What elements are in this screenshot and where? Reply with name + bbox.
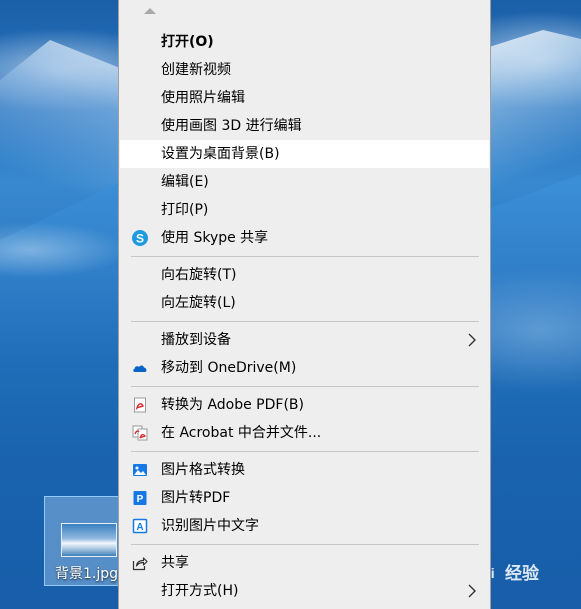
menu-item-label: 打印(P) <box>161 202 209 218</box>
menu-item-open[interactable]: 打开(O) <box>120 28 489 56</box>
menu-item-edit[interactable]: 编辑(E) <box>120 168 489 196</box>
desktop-file-icon[interactable]: 背景1.jpg <box>44 496 128 586</box>
menu-item-image-format-convert[interactable]: 图片格式转换 <box>120 456 489 484</box>
menu-item-label: 向左旋转(L) <box>161 295 236 311</box>
menu-item-cast-to-device[interactable]: 播放到设备 <box>120 326 489 354</box>
svg-text:S: S <box>136 232 144 246</box>
menu-item-label: 编辑(E) <box>161 174 209 190</box>
menu-item-open-with[interactable]: 打开方式(H) <box>120 577 489 605</box>
menu-item-convert-adobe-pdf[interactable]: 转换为 Adobe PDF(B) <box>120 391 489 419</box>
menu-item-label: 播放到设备 <box>161 332 231 348</box>
scroll-up-arrow-icon[interactable] <box>144 8 156 14</box>
menu-separator <box>131 451 479 452</box>
menu-item-set-desktop-background[interactable]: 设置为桌面背景(B) <box>120 140 489 168</box>
acrobat-combine-icon <box>132 425 148 441</box>
menu-item-label: 图片转PDF <box>161 490 231 506</box>
submenu-chevron-right-icon <box>468 584 476 598</box>
menu-item-create-video[interactable]: 创建新视频 <box>120 56 489 84</box>
ocr-icon: A <box>132 518 148 534</box>
submenu-chevron-right-icon <box>468 333 476 347</box>
menu-separator <box>131 544 479 545</box>
menu-item-label: 设置为桌面背景(B) <box>161 146 280 162</box>
menu-item-label: 在 Acrobat 中合并文件... <box>161 425 322 441</box>
menu-item-edit-with-paint3d[interactable]: 使用画图 3D 进行编辑 <box>120 112 489 140</box>
menu-item-label: 识别图片中文字 <box>161 518 259 534</box>
watermark-text: 经验 <box>505 564 539 584</box>
menu-separator <box>131 386 479 387</box>
wallpaper-mountain-right <box>486 30 581 210</box>
image-thumbnail <box>61 523 117 557</box>
menu-item-edit-with-photos[interactable]: 使用照片编辑 <box>120 84 489 112</box>
menu-item-ocr-image-text[interactable]: A 识别图片中文字 <box>120 512 489 540</box>
menu-item-print[interactable]: 打印(P) <box>120 196 489 224</box>
skype-icon: S <box>132 230 148 246</box>
menu-item-share-skype[interactable]: S 使用 Skype 共享 <box>120 224 489 252</box>
adobe-pdf-icon <box>134 397 146 413</box>
image-convert-icon <box>133 464 147 476</box>
menu-item-image-to-pdf[interactable]: P 图片转PDF <box>120 484 489 512</box>
menu-item-rotate-right[interactable]: 向右旋转(T) <box>120 261 489 289</box>
svg-text:A: A <box>136 522 143 533</box>
menu-item-label: 打开(O) <box>161 34 214 50</box>
context-menu: 打开(O) 创建新视频 使用照片编辑 使用画图 3D 进行编辑 设置为桌面背景(… <box>118 0 491 609</box>
menu-item-label: 打开方式(H) <box>161 583 239 599</box>
menu-item-label: 转换为 Adobe PDF(B) <box>161 397 304 413</box>
onedrive-icon <box>133 365 147 372</box>
menu-item-acrobat-combine[interactable]: 在 Acrobat 中合并文件... <box>120 419 489 447</box>
menu-item-label: 使用画图 3D 进行编辑 <box>161 118 302 134</box>
menu-item-label: 图片格式转换 <box>161 462 245 478</box>
menu-item-move-to-onedrive[interactable]: 移动到 OneDrive(M) <box>120 354 489 382</box>
share-icon <box>132 557 148 571</box>
image-to-pdf-icon: P <box>133 491 147 505</box>
menu-item-label: 共享 <box>161 555 189 571</box>
svg-text:P: P <box>137 494 144 505</box>
menu-item-share[interactable]: 共享 <box>120 549 489 577</box>
wallpaper-mountain-left <box>0 40 125 240</box>
menu-item-label: 向右旋转(T) <box>161 267 237 283</box>
menu-item-label: 使用照片编辑 <box>161 90 245 106</box>
menu-item-label: 使用 Skype 共享 <box>161 230 269 246</box>
menu-separator <box>131 256 479 257</box>
menu-item-rotate-left[interactable]: 向左旋转(L) <box>120 289 489 317</box>
menu-item-label: 创建新视频 <box>161 62 231 78</box>
menu-item-label: 移动到 OneDrive(M) <box>161 360 297 376</box>
desktop-file-label: 背景1.jpg <box>55 566 119 582</box>
menu-separator <box>131 321 479 322</box>
